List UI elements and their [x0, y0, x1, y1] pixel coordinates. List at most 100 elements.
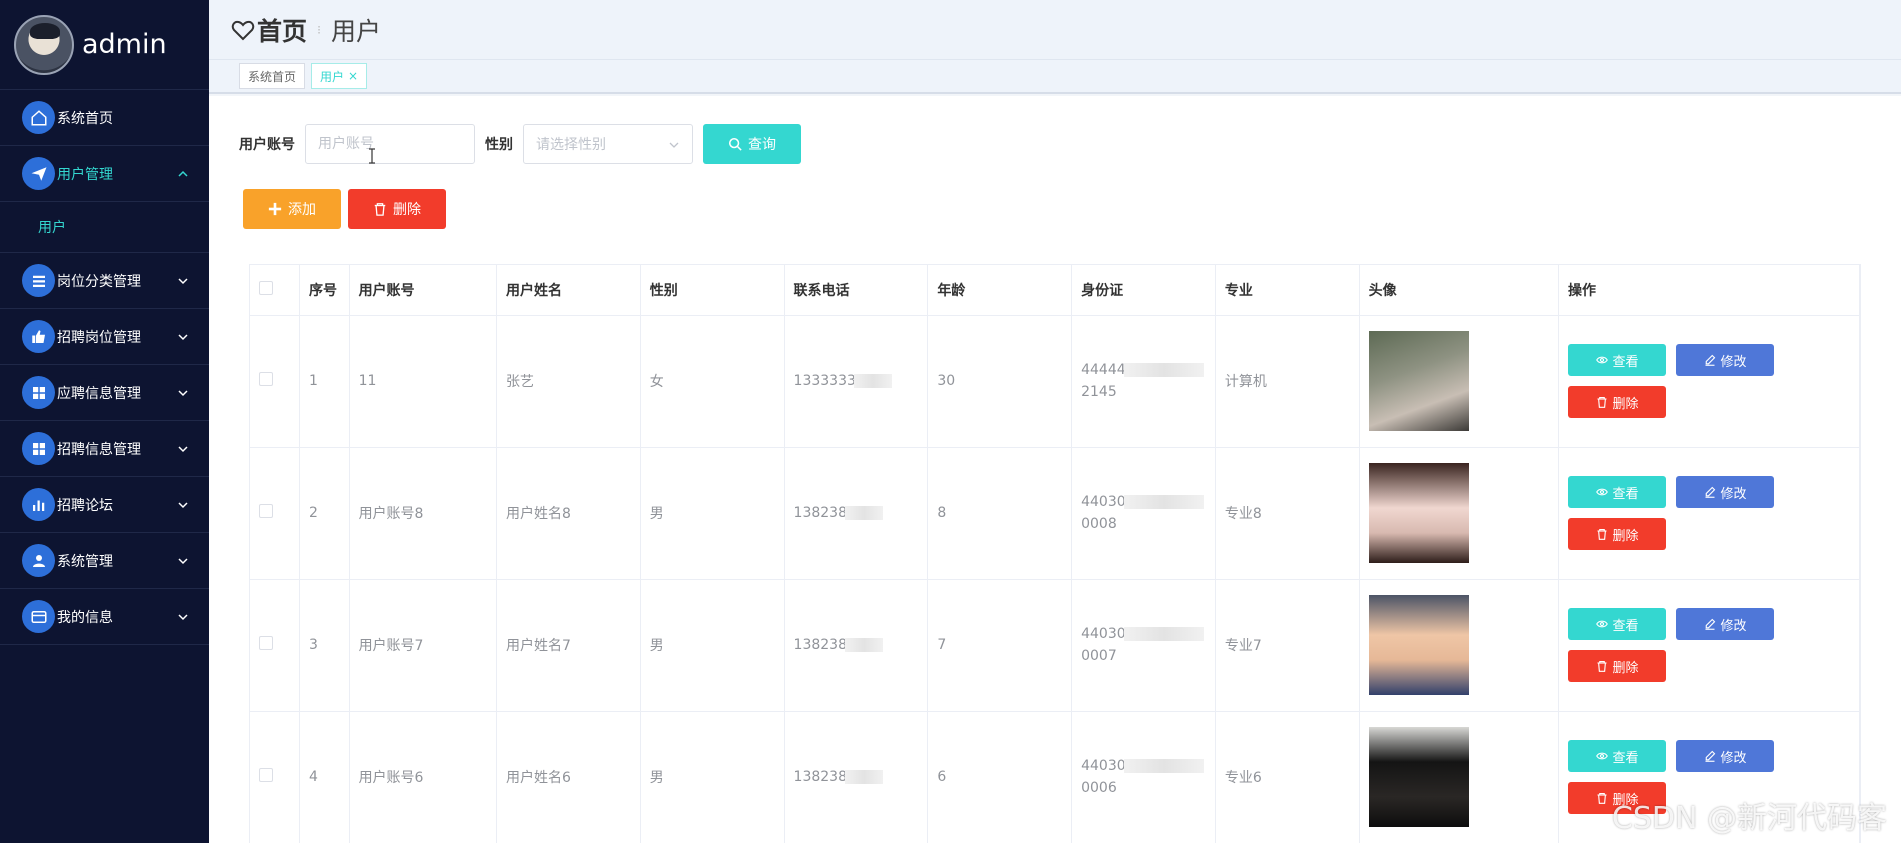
view-button[interactable]: 查看 [1568, 740, 1667, 772]
sidebar-item-label: 系统管理 [57, 553, 113, 570]
cell-major: 计算机 [1215, 315, 1360, 448]
id-card-top: 44030 [1081, 494, 1126, 510]
avatar-photo [1368, 331, 1469, 431]
row-checkbox-cell [250, 447, 301, 580]
trash-icon [1597, 396, 1607, 408]
username-label: admin [82, 29, 167, 60]
sidebar-item-label: 岗位分类管理 [57, 273, 141, 290]
search-icon [728, 137, 742, 151]
view-button-label: 查看 [1612, 618, 1639, 634]
view-button[interactable]: 查看 [1568, 608, 1667, 640]
close-icon[interactable]: × [348, 69, 358, 83]
phone-text: 138238 [793, 769, 847, 785]
list-icon [22, 264, 55, 297]
cell-age: 7 [927, 579, 1073, 712]
sidebar-item-home[interactable]: 系统首页 [0, 90, 209, 146]
cell-phone: 138238 [784, 579, 929, 712]
breadcrumb-home[interactable]: 首页 [257, 12, 307, 48]
user-table: 序号 用户账号 用户姓名 性别 联系电话 年龄 身份证 专业 头像 操作 1 1… [249, 264, 1861, 843]
search-form: 用户账号 性别 请选择性别 查询 [239, 124, 801, 164]
gender-label: 性别 [485, 137, 513, 153]
column-header: 操作 [1558, 265, 1860, 316]
sidebar-item-application-info[interactable]: 应聘信息管理 [0, 365, 209, 421]
redacted-blur [844, 506, 883, 520]
id-card-top: 44444 [1081, 362, 1126, 378]
batch-delete-button[interactable]: 删除 [348, 189, 446, 229]
tabs-bar: 系统首页 用户 × [209, 60, 1901, 94]
column-header: 序号 [299, 265, 350, 316]
id-card-bottom: 0007 [1081, 648, 1117, 664]
edit-button[interactable]: 修改 [1676, 476, 1775, 508]
column-header: 用户账号 [349, 265, 497, 316]
phone-text: 138238 [793, 505, 847, 521]
row-checkbox-cell [250, 579, 301, 712]
query-button[interactable]: 查询 [703, 124, 801, 164]
tab-system-home[interactable]: 系统首页 [239, 63, 306, 89]
cell-no: 1 [299, 315, 350, 448]
edit-button[interactable]: 修改 [1676, 740, 1775, 772]
sidebar-item-user-management[interactable]: 用户管理 [0, 146, 209, 202]
tab-user[interactable]: 用户 × [311, 63, 368, 89]
sidebar-header: admin [0, 0, 209, 90]
chevron-down-icon [178, 389, 188, 396]
phone-text: 1333333 [793, 373, 856, 389]
main-content: 用户账号 性别 请选择性别 查询 添加 删除 序号 [209, 96, 1901, 843]
view-button[interactable]: 查看 [1568, 344, 1667, 376]
edit-button[interactable]: 修改 [1676, 608, 1775, 640]
gender-select[interactable]: 请选择性别 [523, 124, 693, 164]
account-search-input[interactable] [305, 124, 475, 164]
delete-button[interactable]: 删除 [1568, 650, 1667, 682]
select-all-checkbox[interactable] [259, 280, 273, 295]
cell-actions: 查看 修改 删除 [1558, 315, 1860, 448]
cell-phone: 1333333 [784, 315, 929, 448]
chevron-up-icon [178, 170, 188, 177]
cell-account: 用户账号7 [349, 579, 497, 712]
row-checkbox[interactable] [259, 372, 273, 386]
sidebar-item-label: 应聘信息管理 [57, 385, 141, 402]
avatar[interactable] [14, 14, 74, 75]
sidebar-item-system-management[interactable]: 系统管理 [0, 533, 209, 589]
cell-no: 3 [299, 579, 350, 712]
column-header: 头像 [1359, 265, 1560, 316]
sidebar-item-my-info[interactable]: 我的信息 [0, 589, 209, 645]
edit-button-label: 修改 [1720, 354, 1747, 370]
edit-button-label: 修改 [1720, 486, 1747, 502]
redacted-blur [1123, 759, 1204, 773]
edit-button[interactable]: 修改 [1676, 344, 1775, 376]
edit-icon [1705, 618, 1715, 630]
delete-button[interactable]: 删除 [1568, 386, 1667, 418]
view-button-label: 查看 [1612, 750, 1639, 766]
cell-actions: 查看 修改 删除 [1558, 579, 1860, 712]
table-row: 1 11 张艺 女 1333333 30 44444 2145 计算机 查看 修改… [250, 315, 1860, 448]
redacted-blur [844, 770, 883, 784]
view-button[interactable]: 查看 [1568, 476, 1667, 508]
cell-id-card: 44444 2145 [1071, 315, 1216, 448]
chevron-down-icon [669, 142, 679, 148]
row-checkbox[interactable] [259, 636, 273, 650]
id-card-top: 44030 [1081, 758, 1126, 774]
plus-icon [268, 202, 282, 216]
cell-name: 用户姓名6 [496, 711, 641, 843]
tab-label: 用户 [320, 69, 345, 84]
column-header: 专业 [1215, 265, 1360, 316]
phone-text: 138238 [793, 637, 847, 653]
sidebar-subitem-user[interactable]: 用户 [0, 202, 209, 253]
row-checkbox-cell [250, 711, 301, 843]
edit-icon [1705, 354, 1715, 366]
row-checkbox[interactable] [259, 768, 273, 782]
row-checkbox[interactable] [259, 504, 273, 518]
trash-icon [374, 203, 386, 216]
sidebar-item-position-category[interactable]: 岗位分类管理 [0, 253, 209, 309]
sidebar-item-job-post[interactable]: 招聘岗位管理 [0, 309, 209, 365]
cell-no: 2 [299, 447, 350, 580]
delete-button[interactable]: 删除 [1568, 518, 1667, 550]
view-button-label: 查看 [1612, 354, 1639, 370]
id-card-bottom: 2145 [1081, 384, 1117, 400]
cell-gender: 女 [640, 315, 785, 448]
sidebar-item-recruitment-info[interactable]: 招聘信息管理 [0, 421, 209, 477]
sidebar-item-forum[interactable]: 招聘论坛 [0, 477, 209, 533]
delete-button-label: 删除 [1612, 660, 1639, 676]
sidebar-item-label: 招聘论坛 [57, 497, 113, 514]
add-button[interactable]: 添加 [243, 189, 341, 229]
add-button-label: 添加 [288, 202, 316, 218]
